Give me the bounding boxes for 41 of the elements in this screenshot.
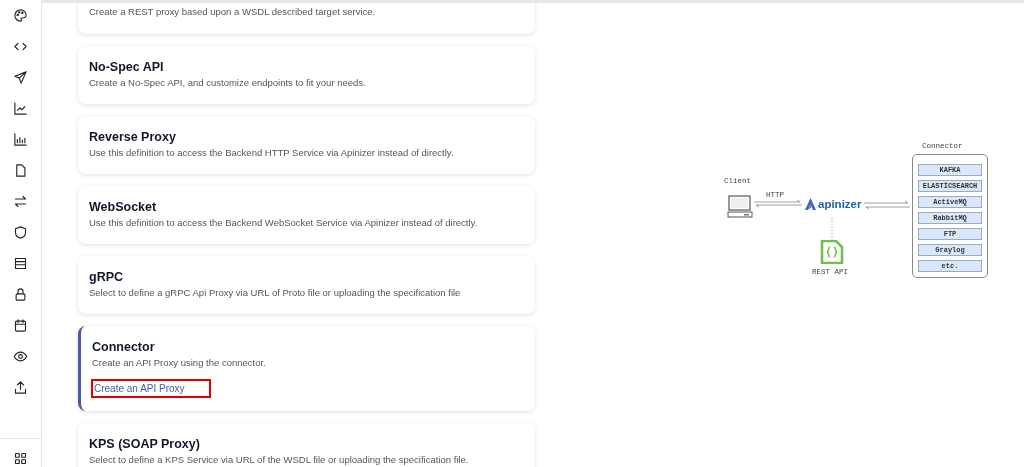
card-description: Create a REST proxy based upon a WSDL described target service. xyxy=(89,5,377,19)
card-description: Select to define a KPS Service via URL of the WSDL file or uploading the specification file. xyxy=(89,453,470,467)
laptop-icon xyxy=(727,195,753,219)
card-description: Create a No-Spec API, and customize endpoints to fit your needs. xyxy=(89,76,367,90)
json-file-icon xyxy=(820,240,844,264)
card-description: Select to define a gRPC Api Proxy via URL of Proto file or uploading the specification file xyxy=(89,286,462,300)
card-description: Create an API Proxy using the connector. xyxy=(92,356,267,370)
shield-icon[interactable] xyxy=(13,225,28,240)
card-title: Connector xyxy=(92,339,156,356)
card-title: gRPC xyxy=(89,269,125,286)
option-card[interactable]: Connector Create an API Proxy using the connector. Create an API Proxy xyxy=(78,326,535,411)
option-card[interactable]: Create a REST proxy based upon a WSDL described target service. xyxy=(78,3,535,34)
create-proxy-link[interactable]: Create an API Proxy xyxy=(92,380,210,397)
file-icon[interactable] xyxy=(13,163,28,178)
card-title: KPS (SOAP Proxy) xyxy=(89,436,201,453)
logo-text: apinizer xyxy=(818,197,862,212)
option-card[interactable]: gRPC Select to define a gRPC Api Proxy via URL of Proto file or uploading the specification file xyxy=(78,256,535,314)
upload-icon[interactable] xyxy=(13,380,28,395)
bar-chart-icon[interactable] xyxy=(13,132,28,147)
option-card[interactable]: No-Spec API Create a No-Spec API, and customize endpoints to fit your needs. xyxy=(78,46,535,104)
grid-icon[interactable] xyxy=(13,451,28,466)
table-icon[interactable] xyxy=(13,256,28,271)
paper-plane-icon[interactable] xyxy=(13,70,28,85)
line-chart-icon[interactable] xyxy=(13,101,28,116)
card-description: Use this definition to access the Backend WebSocket Service via Apinizer instead of directly. xyxy=(89,216,479,230)
option-card[interactable]: WebSocket Use this definition to access the Backend WebSocket Service via Apinizer instead of directly. xyxy=(78,186,535,244)
card-description: Use this definition to access the Backend HTTP Service via Apinizer instead of directly. xyxy=(89,146,455,160)
card-title: Reverse Proxy xyxy=(89,129,177,146)
double-arrow-icon xyxy=(864,200,910,210)
palette-icon[interactable] xyxy=(13,8,28,23)
card-title: WebSocket xyxy=(89,199,158,216)
card-title: No-Spec API xyxy=(89,59,165,76)
eye-icon[interactable] xyxy=(13,349,28,364)
option-card[interactable]: KPS (SOAP Proxy) Select to define a KPS Service via URL of the WSDL file or uploading the specification file. xyxy=(78,423,535,467)
lock-icon[interactable] xyxy=(13,287,28,302)
double-arrow-icon xyxy=(754,199,802,208)
dotted-line xyxy=(831,218,833,240)
calendar-icon[interactable] xyxy=(13,318,28,333)
swap-arrows-icon[interactable] xyxy=(13,194,28,209)
logo-icon xyxy=(805,198,816,210)
option-card[interactable]: Reverse Proxy Use this definition to access the Backend HTTP Service via Apinizer instead of directly. xyxy=(78,116,535,174)
